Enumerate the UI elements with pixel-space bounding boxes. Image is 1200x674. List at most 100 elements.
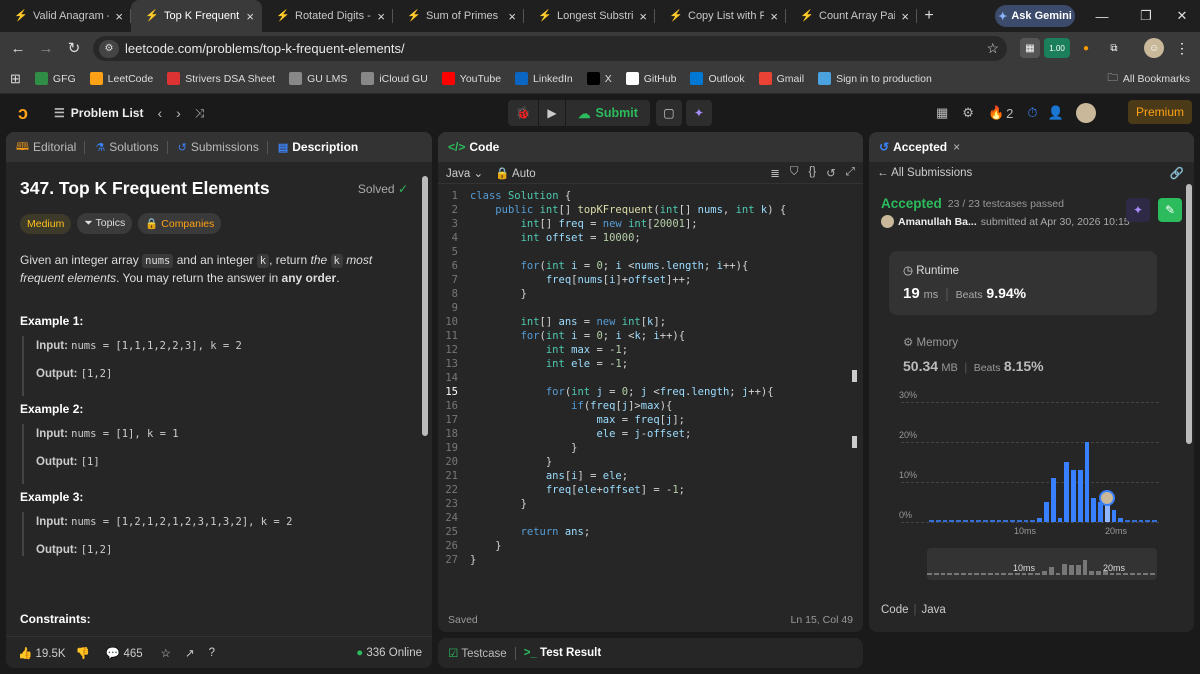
auto-mode[interactable]: 🔒 Auto — [495, 166, 536, 180]
tab-submissions[interactable]: ↺ Submissions — [178, 140, 259, 154]
ai-sparkle-button[interactable]: ✦ — [685, 100, 712, 126]
chart-bar[interactable] — [929, 520, 934, 522]
close-window-icon[interactable]: ✕ — [1164, 0, 1200, 32]
browser-tab[interactable]: ⚡ Copy List with Ran × — [655, 0, 786, 32]
back-icon[interactable]: ← — [4, 40, 32, 57]
code-line[interactable]: 26 } — [438, 540, 858, 554]
settings-gear-icon[interactable]: ⚙ — [962, 105, 974, 121]
ai-analyze-button[interactable]: ✦ — [1126, 198, 1150, 222]
bookmark-icon[interactable]: ⛉ — [790, 166, 799, 180]
chart-bar[interactable] — [1057, 518, 1063, 522]
bookmark-item[interactable]: Sign in to production — [818, 72, 932, 85]
close-tab-icon[interactable]: × — [901, 9, 909, 24]
bookmark-item[interactable]: X — [586, 72, 612, 85]
chart-bar[interactable] — [1152, 520, 1157, 522]
tab-testcase[interactable]: ☑ Testcase — [448, 646, 507, 660]
distribution-minimap[interactable]: 10ms 20ms — [927, 548, 1157, 580]
profile-avatar[interactable]: ☺ — [1144, 38, 1164, 58]
reload-icon[interactable]: ↻ — [60, 39, 88, 57]
code-line[interactable]: 9 — [438, 302, 858, 316]
chart-bar[interactable] — [1091, 498, 1097, 522]
bookmark-item[interactable]: GFG — [34, 72, 76, 85]
leetcode-logo-icon[interactable]: ↄ — [18, 102, 40, 124]
chart-bar[interactable] — [956, 520, 961, 522]
chart-bar[interactable] — [962, 520, 968, 522]
code-line[interactable]: 19 } — [438, 442, 858, 456]
share-icon[interactable]: ↗ — [185, 646, 195, 660]
timer-icon[interactable]: ⏱ — [1027, 105, 1037, 121]
ask-gemini-button[interactable]: ✦ Ask Gemini — [995, 5, 1075, 27]
chart-bar[interactable] — [1145, 520, 1151, 522]
topics-badge[interactable]: ⏷ Topics — [77, 213, 133, 234]
close-tab-icon[interactable]: × — [639, 9, 647, 24]
code-scrollbar[interactable] — [852, 370, 857, 382]
code-line[interactable]: 11 for(int i = 0; i <k; i++){ — [438, 330, 858, 344]
user-avatar[interactable] — [1075, 103, 1096, 123]
chart-bar[interactable] — [1044, 502, 1049, 522]
code-line[interactable]: 3 int[] freq = new int[20001]; — [438, 218, 858, 232]
streak-flame-icon[interactable]: 🔥 — [988, 105, 1004, 121]
chart-bar[interactable] — [942, 520, 948, 522]
code-line[interactable]: 27} — [438, 554, 858, 568]
code-line[interactable]: 25 return ans; — [438, 526, 858, 540]
problem-list-button[interactable]: ☰ Problem List — [54, 106, 143, 120]
chart-bar[interactable] — [989, 520, 995, 522]
browser-tab[interactable]: ⚡ Rotated Digits - Le × — [262, 0, 393, 32]
chart-bar[interactable] — [949, 520, 955, 522]
bookmark-item[interactable]: LeetCode — [89, 72, 153, 85]
code-line[interactable]: 2 public int[] topKFrequent(int[] nums, … — [438, 204, 858, 218]
tab-solutions[interactable]: ⚗ Solutions — [95, 140, 158, 154]
close-tab-icon[interactable]: × — [770, 9, 778, 24]
braces-icon[interactable]: {} — [808, 166, 816, 180]
code-editor[interactable]: 1 class Solution {2 public int[] topKFreq… — [438, 190, 858, 568]
bookmark-item[interactable]: GU LMS — [289, 72, 347, 85]
chart-bar[interactable] — [1050, 478, 1056, 522]
companies-badge[interactable]: 🔒 Companies — [138, 213, 222, 234]
chart-bar[interactable] — [1071, 470, 1076, 522]
browser-tab[interactable]: ⚡ Count Array Pairs × — [786, 0, 917, 32]
close-icon[interactable]: × — [953, 140, 960, 154]
puzzle-icon[interactable]: ⧉ — [1104, 38, 1124, 58]
browser-tab[interactable]: ⚡ Sum of Primes Be × — [393, 0, 524, 32]
user-marker-avatar[interactable] — [1099, 490, 1115, 506]
extension-badge[interactable]: 1.00 — [1044, 38, 1070, 58]
chart-bar[interactable] — [996, 520, 1002, 522]
chart-bar[interactable] — [1037, 518, 1042, 522]
code-line[interactable]: 17 max = freq[j]; — [438, 414, 858, 428]
code-line[interactable]: 7 freq[nums[i]+offset]++; — [438, 274, 858, 288]
code-line[interactable]: 5 — [438, 246, 858, 260]
close-tab-icon[interactable]: × — [115, 9, 123, 24]
url-box[interactable]: ⚙ leetcode.com/problems/top-k-frequent-e… — [93, 36, 1007, 61]
tab-test-result[interactable]: >_ Test Result — [524, 647, 601, 659]
code-line[interactable]: 18 ele = j-offset; — [438, 428, 858, 442]
chart-bar[interactable] — [1111, 510, 1117, 522]
chart-bar[interactable] — [983, 520, 988, 522]
bookmark-item[interactable]: iCloud GU — [361, 72, 428, 85]
forward-icon[interactable]: → — [32, 40, 60, 57]
bookmark-item[interactable]: LinkedIn — [515, 72, 573, 85]
runtime-distribution-chart[interactable]: 30% 20% 10% 0% 10ms 20ms — [869, 390, 1169, 542]
code-scrollbar-thumb[interactable] — [852, 436, 857, 448]
bookmark-item[interactable]: Gmail — [758, 72, 804, 85]
code-line[interactable]: 24 — [438, 512, 858, 526]
result-tab-label[interactable]: Accepted — [893, 140, 947, 154]
add-user-icon[interactable]: 👤 — [1048, 105, 1064, 121]
close-tab-icon[interactable]: × — [508, 9, 516, 24]
code-line[interactable]: 6 for(int i = 0; i <nums.length; i++){ — [438, 260, 858, 274]
memory-stat[interactable]: ⚙ Memory 50.34 MB | Beats 8.15% — [889, 332, 1157, 382]
bookmark-item[interactable]: YouTube — [441, 72, 501, 85]
browser-tab[interactable]: ⚡ Top K Frequent Ele × — [131, 0, 262, 32]
chart-bar[interactable] — [1125, 520, 1130, 522]
description-scrollbar[interactable] — [422, 176, 428, 436]
chart-bar[interactable] — [1131, 520, 1137, 522]
language-selector[interactable]: Java ⌄ — [446, 166, 483, 180]
code-line[interactable]: 15 for(int j = 0; j <freq.length; j++){ — [438, 386, 858, 400]
code-line[interactable]: 23 } — [438, 498, 858, 512]
restore-icon[interactable]: ❐ — [1128, 0, 1164, 32]
bookmark-item[interactable]: Strivers DSA Sheet — [167, 72, 275, 85]
close-tab-icon[interactable]: × — [377, 9, 385, 24]
dislike-button[interactable]: 👎 — [76, 646, 90, 660]
code-line[interactable]: 13 int ele = -1; — [438, 358, 858, 372]
prev-problem-icon[interactable]: ‹ — [157, 105, 162, 121]
chart-bar[interactable] — [976, 520, 982, 522]
